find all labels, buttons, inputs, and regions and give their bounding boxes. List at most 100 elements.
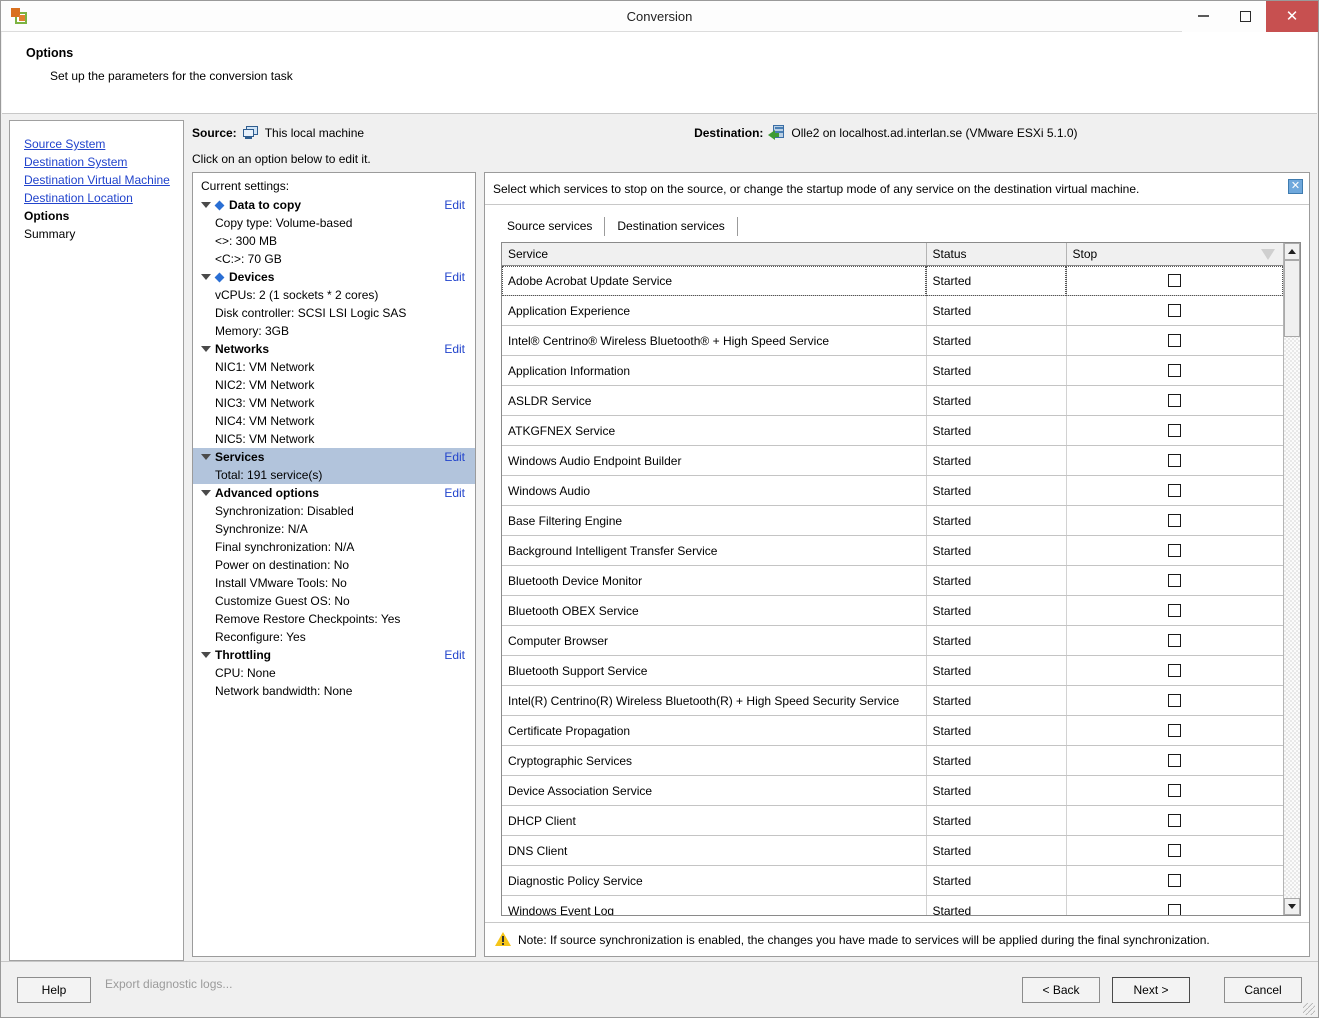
settings-group-label: Advanced options	[215, 486, 320, 500]
stop-checkbox[interactable]	[1168, 364, 1182, 377]
stop-checkbox[interactable]	[1168, 904, 1182, 915]
table-row[interactable]: Certificate Propagation Started	[502, 715, 1283, 746]
stop-checkbox[interactable]	[1168, 304, 1182, 317]
stop-checkbox[interactable]	[1168, 664, 1182, 677]
settings-detail: Synchronization: Disabled	[215, 504, 354, 518]
sidebar-item-destination-virtual-machine[interactable]: Destination Virtual Machine	[24, 171, 183, 189]
table-row[interactable]: Base Filtering Engine Started	[502, 505, 1283, 536]
table-row[interactable]: Diagnostic Policy Service Started	[502, 865, 1283, 896]
settings-group-networks[interactable]: Networks Edit	[193, 340, 475, 358]
sidebar-item-summary: Summary	[24, 227, 76, 241]
edit-link-services[interactable]: Edit	[444, 450, 465, 464]
table-row[interactable]: Application Experience Started	[502, 295, 1283, 326]
stop-checkbox[interactable]	[1168, 454, 1182, 467]
stop-checkbox[interactable]	[1168, 634, 1182, 647]
stop-checkbox[interactable]	[1168, 394, 1182, 407]
scrollbar-track[interactable]	[1284, 260, 1300, 898]
back-button[interactable]: < Back	[1022, 976, 1100, 1003]
settings-group-data-to-copy[interactable]: Data to copy Edit	[193, 196, 475, 214]
table-row[interactable]: ASLDR Service Started	[502, 385, 1283, 416]
cell-service-name: Application Experience	[502, 295, 927, 326]
panel-close-icon[interactable]: ✕	[1288, 179, 1303, 194]
table-row[interactable]: Windows Event Log Started	[502, 895, 1283, 915]
scroll-up-button[interactable]	[1284, 243, 1300, 260]
stop-checkbox[interactable]	[1168, 784, 1182, 797]
stop-checkbox[interactable]	[1168, 874, 1182, 887]
table-row[interactable]: Bluetooth Device Monitor Started	[502, 565, 1283, 596]
scroll-down-button[interactable]	[1284, 898, 1300, 915]
stop-checkbox[interactable]	[1168, 544, 1182, 557]
table-row[interactable]: Windows Audio Started	[502, 475, 1283, 506]
table-row[interactable]: ATKGFNEX Service Started	[502, 415, 1283, 446]
expand-collapse-triangle-icon[interactable]	[201, 274, 211, 280]
expand-collapse-triangle-icon[interactable]	[201, 454, 211, 460]
edit-link-advanced-options[interactable]: Edit	[444, 486, 465, 500]
expand-collapse-triangle-icon[interactable]	[201, 490, 211, 496]
table-row[interactable]: Background Intelligent Transfer Service S…	[502, 535, 1283, 566]
tab-destination-services[interactable]: Destination services	[605, 217, 738, 236]
stop-checkbox[interactable]	[1168, 424, 1182, 437]
settings-detail: NIC1: VM Network	[215, 360, 315, 374]
cell-stop	[1066, 325, 1283, 356]
settings-group-services[interactable]: Services Edit	[193, 448, 475, 466]
services-table-body: Adobe Acrobat Update Service Started Appli…	[502, 265, 1283, 915]
expand-collapse-triangle-icon[interactable]	[201, 652, 211, 658]
minimize-button[interactable]	[1182, 0, 1224, 32]
scrollbar-thumb[interactable]	[1284, 260, 1300, 337]
help-button[interactable]: Help	[17, 976, 91, 1003]
sidebar-item-destination-system[interactable]: Destination System	[24, 153, 183, 171]
services-scrollbar[interactable]	[1283, 243, 1300, 915]
table-row[interactable]: Cryptographic Services Started	[502, 745, 1283, 776]
settings-group-throttling[interactable]: Throttling Edit	[193, 646, 475, 664]
stop-checkbox[interactable]	[1168, 334, 1182, 347]
edit-link-throttling[interactable]: Edit	[444, 648, 465, 662]
stop-checkbox[interactable]	[1168, 274, 1182, 287]
table-row[interactable]: Intel(R) Centrino(R) Wireless Bluetooth(…	[502, 685, 1283, 716]
settings-detail: Disk controller: SCSI LSI Logic SAS	[215, 306, 407, 320]
table-row[interactable]: Bluetooth OBEX Service Started	[502, 595, 1283, 626]
stop-checkbox[interactable]	[1168, 604, 1182, 617]
table-row[interactable]: Device Association Service Started	[502, 775, 1283, 806]
stop-checkbox[interactable]	[1168, 814, 1182, 827]
edit-link-devices[interactable]: Edit	[444, 270, 465, 284]
table-row[interactable]: Application Information Started	[502, 355, 1283, 386]
table-row[interactable]: Windows Audio Endpoint Builder Started	[502, 445, 1283, 476]
cell-status: Started	[926, 625, 1067, 656]
table-row[interactable]: Bluetooth Support Service Started	[502, 655, 1283, 686]
settings-group-label: Devices	[229, 270, 275, 284]
sidebar-item-source-system[interactable]: Source System	[24, 135, 183, 153]
edit-link-networks[interactable]: Edit	[444, 342, 465, 356]
cell-status: Started	[926, 385, 1067, 416]
expand-collapse-triangle-icon[interactable]	[201, 346, 211, 352]
table-row[interactable]: DNS Client Started	[502, 835, 1283, 866]
stop-checkbox[interactable]	[1168, 694, 1182, 707]
close-button[interactable]: ✕	[1266, 0, 1318, 32]
maximize-button[interactable]	[1224, 0, 1266, 32]
export-diagnostic-logs-link[interactable]: Export diagnostic logs...	[91, 977, 244, 1003]
tab-source-services[interactable]: Source services	[495, 217, 606, 236]
table-row[interactable]: Intel® Centrino® Wireless Bluetooth® + H…	[502, 325, 1283, 356]
expand-collapse-triangle-icon[interactable]	[201, 202, 211, 208]
next-button[interactable]: Next >	[1112, 976, 1190, 1003]
resize-grip[interactable]	[1303, 1003, 1315, 1015]
settings-group-advanced-options[interactable]: Advanced options Edit	[193, 484, 475, 502]
stop-checkbox[interactable]	[1168, 754, 1182, 767]
table-row[interactable]: Adobe Acrobat Update Service Started	[502, 265, 1283, 296]
table-row[interactable]: Computer Browser Started	[502, 625, 1283, 656]
stop-checkbox[interactable]	[1168, 574, 1182, 587]
sidebar-item-destination-location[interactable]: Destination Location	[24, 189, 183, 207]
cell-service-name: Windows Audio	[502, 475, 927, 506]
column-header-stop[interactable]: Stop	[1066, 243, 1283, 266]
cell-stop	[1066, 685, 1283, 716]
stop-checkbox[interactable]	[1168, 724, 1182, 737]
stop-checkbox[interactable]	[1168, 844, 1182, 857]
cancel-button[interactable]: Cancel	[1224, 976, 1302, 1003]
column-header-status[interactable]: Status	[926, 243, 1067, 266]
settings-group-devices[interactable]: Devices Edit	[193, 268, 475, 286]
stop-checkbox[interactable]	[1168, 484, 1182, 497]
table-row[interactable]: DHCP Client Started	[502, 805, 1283, 836]
edit-link-data-to-copy[interactable]: Edit	[444, 198, 465, 212]
stop-checkbox[interactable]	[1168, 514, 1182, 527]
cell-status: Started	[926, 835, 1067, 866]
column-header-service[interactable]: Service	[502, 243, 927, 266]
